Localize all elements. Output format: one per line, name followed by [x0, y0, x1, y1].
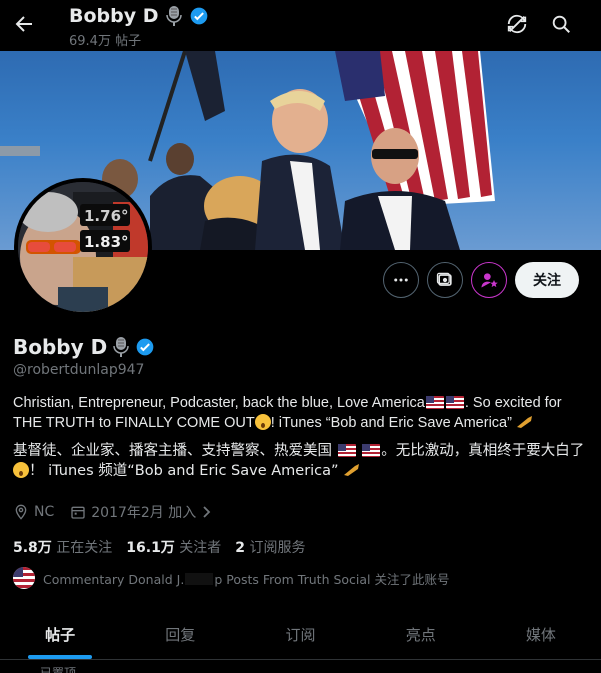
subscriptions-count: 2 — [235, 540, 246, 556]
subscribe-star-icon — [481, 273, 498, 288]
us-flag-emoji-icon — [445, 396, 464, 409]
avatar-text-2: 1.83° — [84, 233, 129, 251]
subscriptions-link[interactable]: 2 订阅服务 — [235, 537, 305, 557]
astonished-face-emoji-icon — [13, 462, 29, 478]
following-label: 正在关注 — [56, 540, 113, 556]
bio-english: Christian, Entrepreneur, Podcaster, back… — [13, 393, 593, 433]
location-pin-icon — [15, 504, 27, 520]
followed-by-part-2: p Posts From Truth Social 关注了此账号 — [214, 571, 450, 587]
bio-text-part: ! iTunes “Bob and Eric Save America” — [270, 415, 512, 431]
trumpet-emoji-icon — [516, 416, 532, 428]
us-flag-emoji-icon — [425, 396, 444, 409]
profile-tabs: 帖子 回复 订阅 亮点 媒体 — [0, 610, 601, 660]
location: NC — [13, 504, 54, 520]
tab-highlights[interactable]: 亮点 — [361, 610, 481, 659]
subscriptions-label: 订阅服务 — [249, 540, 306, 556]
location-text: NC — [34, 504, 55, 520]
tab-media[interactable]: 媒体 — [481, 610, 601, 659]
following-count: 5.8万 — [13, 540, 52, 556]
profile-name: Bobby D — [13, 335, 108, 359]
following-link[interactable]: 5.8万 正在关注 — [13, 537, 112, 557]
refresh-icon[interactable] — [506, 13, 528, 35]
grok-analyze-button[interactable] — [427, 262, 463, 298]
us-flag-emoji-icon — [362, 444, 381, 457]
microphone-emoji-icon — [113, 337, 129, 357]
bio-text-part: ！ iTunes 频道“Bob and Eric Save America” — [29, 463, 339, 479]
followed-by-text: Commentary Donald J. p Posts From Truth S… — [43, 569, 450, 588]
grok-icon — [436, 272, 452, 286]
verified-badge-icon — [190, 7, 207, 25]
search-icon[interactable] — [550, 13, 572, 35]
header-name: Bobby D — [69, 5, 159, 27]
join-date-text: 2017年2月 加入 — [91, 505, 197, 521]
trumpet-emoji-icon — [344, 464, 360, 476]
tab-subscriptions[interactable]: 订阅 — [240, 610, 360, 659]
bio-text-part: 。无比激动，真相终于要大白了 — [381, 443, 585, 459]
astonished-face-emoji-icon — [254, 414, 271, 430]
top-bar: Bobby D 69.4万 帖子 — [0, 0, 601, 51]
profile-name-row: Bobby D — [13, 335, 155, 359]
header-title: Bobby D — [69, 5, 209, 27]
follower-avatar — [13, 567, 35, 589]
more-dots-icon — [394, 278, 408, 282]
followed-by-part-1: Commentary Donald J. — [43, 571, 185, 587]
post-count: 69.4万 帖子 — [69, 34, 142, 49]
back-arrow-icon[interactable] — [12, 11, 36, 37]
follow-button[interactable]: 关注 — [515, 262, 579, 298]
microphone-emoji-icon — [165, 6, 182, 26]
tab-posts[interactable]: 帖子 — [0, 610, 120, 659]
profile-meta: NC 2017年2月 加入 — [13, 502, 229, 522]
avatar-image: 1.76° 1.83° — [18, 182, 148, 312]
avatar-text-1: 1.76° — [84, 207, 129, 225]
followers-link[interactable]: 16.1万 关注者 — [126, 537, 221, 557]
followed-by[interactable]: Commentary Donald J. p Posts From Truth S… — [13, 567, 450, 589]
calendar-icon — [71, 506, 85, 519]
subscribe-button[interactable] — [471, 262, 507, 298]
profile-avatar[interactable]: 1.76° 1.83° — [14, 178, 152, 316]
us-flag-emoji-icon — [337, 444, 356, 457]
american-flag-image — [335, 51, 495, 206]
follow-stats: 5.8万 正在关注 16.1万 关注者 2 订阅服务 — [13, 537, 305, 557]
bio-text-part: 基督徒、企业家、播客主播、支持警察、热爱美国 — [13, 443, 337, 459]
join-date[interactable]: 2017年2月 加入 — [70, 502, 213, 522]
followers-count: 16.1万 — [126, 540, 175, 556]
tab-replies[interactable]: 回复 — [120, 610, 240, 659]
chevron-right-icon — [203, 506, 211, 518]
profile-handle: @robertdunlap947 — [13, 362, 145, 378]
bio-text-part: Christian, Entrepreneur, Podcaster, back… — [13, 395, 425, 411]
bio-chinese: 基督徒、企业家、播客主播、支持警察、热爱美国 。无比激动，真相终于要大白了 ！ … — [13, 441, 593, 481]
verified-badge-icon[interactable] — [135, 337, 155, 357]
followers-label: 关注者 — [179, 540, 222, 556]
more-options-button[interactable] — [383, 262, 419, 298]
pinned-label: 已置顶 — [40, 666, 77, 673]
